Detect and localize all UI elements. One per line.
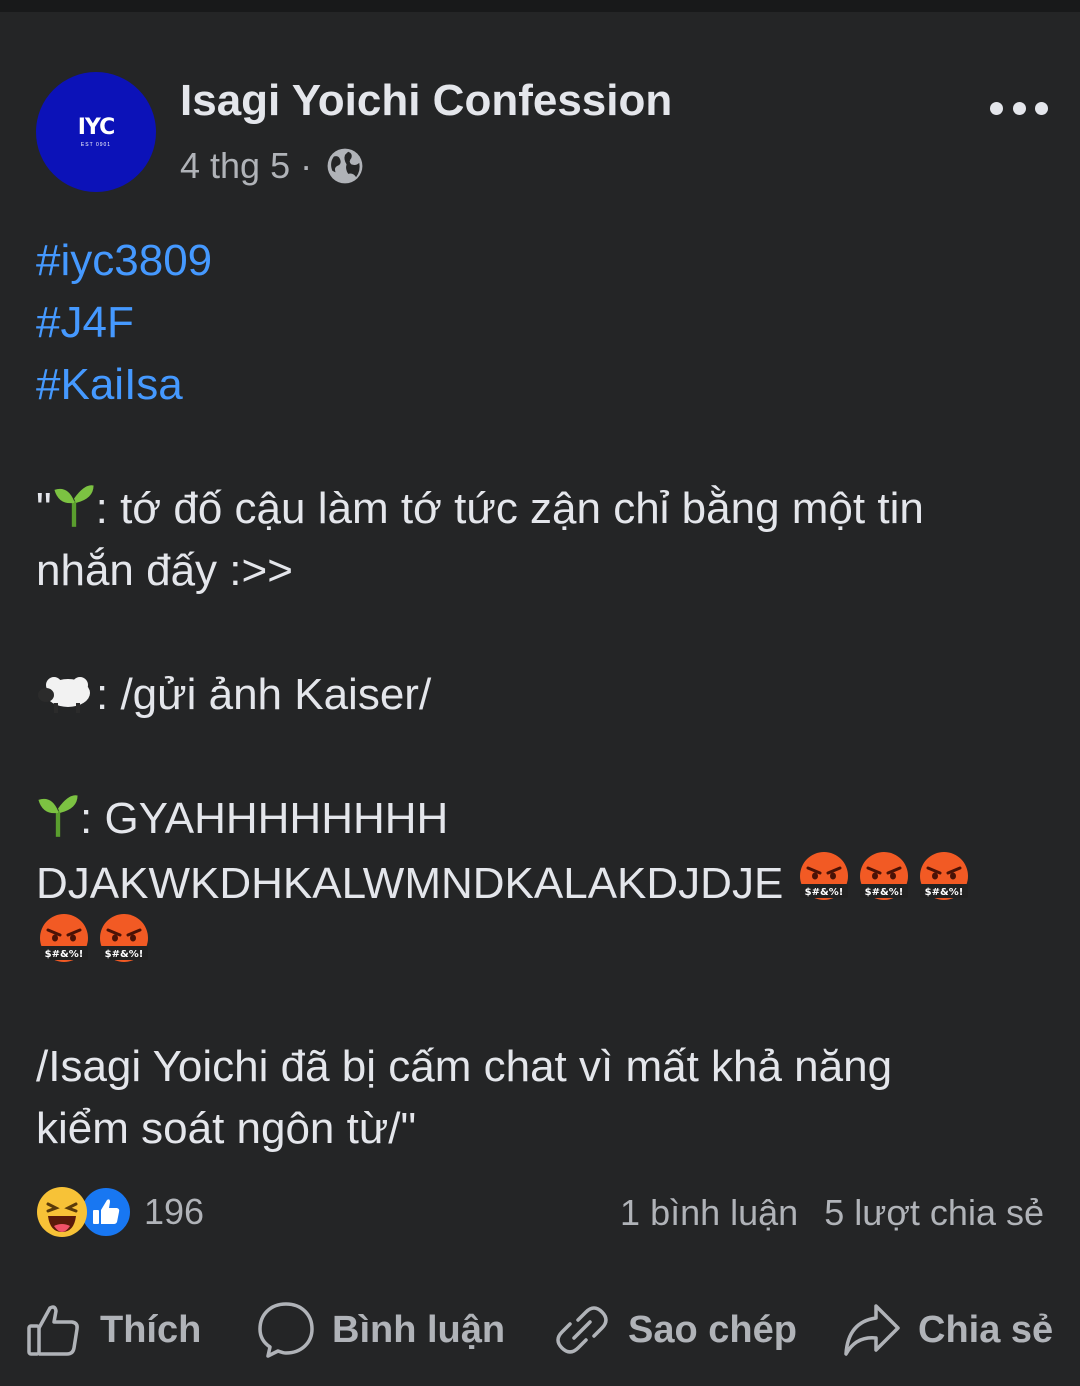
post-card: IYC EST 0901 Isagi Yoichi Confession 4 t… [0,12,1080,1386]
seedling-emoji [38,795,78,837]
body-text: : /gửi ảnh Kaiser/ [96,670,432,719]
post-body: #iyc3809 #J4F #KaiIsa " : tớ đố cậu làm … [36,230,1046,1160]
post-stats: 1 bình luận 5 lượt chia sẻ [620,1192,1044,1234]
angry-emoji-caption: $#&%! [804,887,843,898]
sheep-emoji [38,677,90,713]
page-name-link[interactable]: Isagi Yoichi Confession [180,76,672,126]
avatar-logo-subtext: EST 0901 [80,141,112,148]
quote-mark: " [36,484,52,533]
angry-cursing-emoji: $#&%! [859,852,908,900]
copy-link-button[interactable]: Sao chép [552,1292,797,1368]
angry-emoji-group: $#&%! $#&%! [36,914,156,970]
share-arrow-icon [844,1304,900,1356]
hashtag-link[interactable]: #KaiIsa [36,354,1046,416]
action-bar: Thích Bình luận Sao chép Chia sẻ [0,1292,1080,1368]
body-text: DJAKWKDHKALWMNDKALAKDJDJE [36,859,784,908]
body-text: : tớ đố cậu làm tớ tức zận chỉ bằng một … [95,484,924,533]
body-line: : GYAHHHHHHHH [36,788,1046,850]
meta-separator: · [300,145,313,186]
body-line: DJAKWKDHKALWMNDKALAKDJDJE $#&%! $#&%! $#&%… [36,850,1046,912]
page-avatar[interactable]: IYC EST 0901 [36,72,156,192]
share-count-link[interactable]: 5 lượt chia sẻ [824,1192,1044,1234]
comment-bubble-icon [258,1302,314,1358]
comment-count-link[interactable]: 1 bình luận [620,1192,798,1234]
body-line: nhắn đấy :>> [36,546,293,595]
reaction-count: 196 [144,1191,205,1232]
like-label: Thích [100,1308,202,1351]
share-label: Chia sẻ [918,1308,1054,1351]
post-date[interactable]: 4 thg 5 [180,145,290,187]
copy-label: Sao chép [628,1308,797,1351]
angry-emoji-caption: $#&%! [45,949,84,960]
seedling-emoji [54,485,94,527]
angry-cursing-emoji: $#&%! [100,914,148,962]
angry-cursing-emoji: $#&%! [919,852,968,900]
body-line: " : tớ đố cậu làm tớ tức zận chỉ bằng mộ… [36,478,1046,540]
share-button[interactable]: Chia sẻ [842,1292,1053,1368]
avatar-logo-text: IYC [77,114,115,140]
body-line: /Isagi Yoichi đã bị cấm chat vì mất khả … [36,1042,893,1091]
link-icon [556,1306,608,1354]
status-strip [0,0,1080,12]
angry-emoji-caption: $#&%! [105,949,144,960]
body-line: : /gửi ảnh Kaiser/ [36,664,1046,726]
angry-cursing-emoji: $#&%! [40,914,88,962]
angry-emoji-caption: $#&%! [924,887,963,898]
angry-emoji-caption: $#&%! [864,887,903,898]
body-line: $#&%! $#&%! [36,912,1046,974]
haha-reaction-icon [37,1187,87,1237]
body-text: : GYAHHHHHHHH [80,794,449,843]
like-button[interactable]: Thích [24,1292,201,1368]
globe-icon [327,148,363,184]
angry-emoji-group: $#&%! $#&%! $#&%! [796,852,976,908]
hashtag-link[interactable]: #iyc3809 [36,230,1046,292]
comment-button[interactable]: Bình luận [256,1292,505,1368]
comment-label: Bình luận [332,1308,506,1351]
reaction-summary[interactable]: 196 [36,1184,204,1240]
more-options-icon[interactable] [990,98,1048,118]
post-meta: 4 thg 5 · [180,144,364,188]
body-line: kiểm soát ngôn từ/" [36,1104,417,1153]
hashtag-link[interactable]: #J4F [36,292,1046,354]
angry-cursing-emoji: $#&%! [799,852,848,900]
thumbs-up-icon [27,1305,79,1356]
